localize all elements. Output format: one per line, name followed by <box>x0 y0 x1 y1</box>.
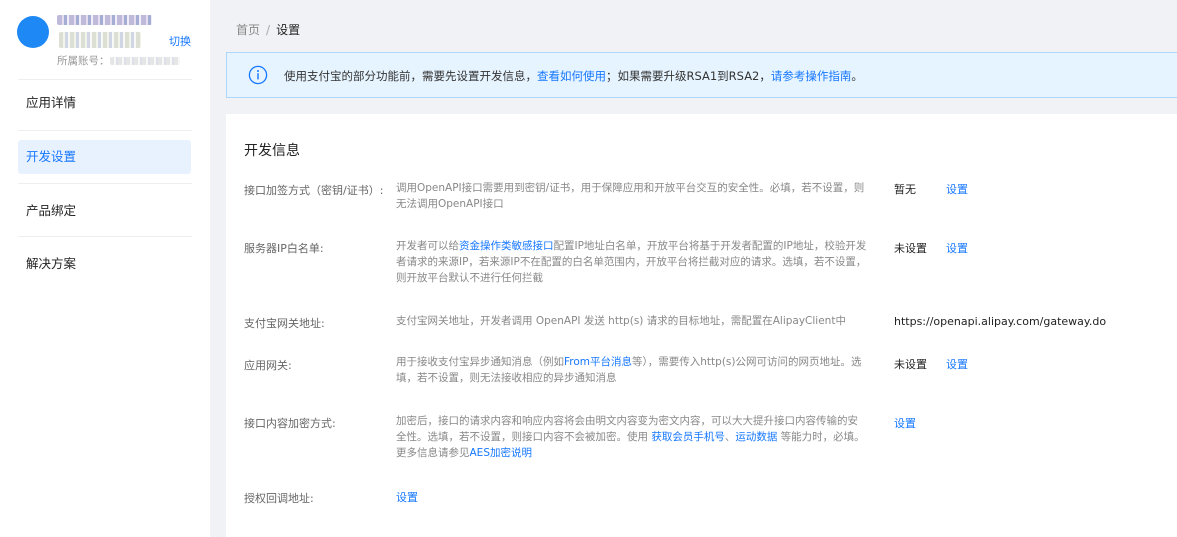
sidebar-divider <box>18 130 192 131</box>
breadcrumb: 首页 / 设置 <box>236 21 300 38</box>
sidebar-divider <box>18 79 192 80</box>
sidebar-divider <box>18 183 192 184</box>
app-name-redacted <box>57 14 167 25</box>
app-gateway-label: 应用网关: <box>244 359 292 372</box>
alert-text-3: 。 <box>851 69 863 83</box>
get-member-phone-link[interactable]: 获取会员手机号 <box>651 431 725 443</box>
app-gateway-desc: 用于接收支付宝异步通知消息（例如From平台消息等），需要传入http(s)公网… <box>396 354 868 386</box>
account-info: 所属账号： <box>57 53 180 68</box>
content-encryption-label: 接口内容加密方式: <box>244 417 336 430</box>
content-encryption-set-link[interactable]: 设置 <box>894 415 916 431</box>
app-id-redacted <box>59 32 143 48</box>
desc-text: 支付宝网关地址，开发者调用 OpenAPI 发送 http(s) 请求的目标地址… <box>396 315 846 327</box>
sidebar: 切换 所属账号： 应用详情 开发设置 产品绑定 解决方案 <box>0 0 210 537</box>
desc-text: 用于接收支付宝异步通知消息（例如 <box>396 356 564 368</box>
auth-callback-set-link[interactable]: 设置 <box>396 489 418 505</box>
content-encryption-desc: 加密后，接口的请求内容和响应内容将会由明文内容变为密文内容，可以大大提升接口内容… <box>396 413 868 461</box>
signing-method-desc: 调用OpenAPI接口需要用到密钥/证书，用于保障应用和开放平台交互的安全性。必… <box>396 180 868 212</box>
alert-text-2: ；如果需要升级RSA1到RSA2， <box>606 69 771 83</box>
alert-text-1: 使用支付宝的部分功能前，需要先设置开发信息， <box>284 69 537 83</box>
app-card: 切换 所属账号： <box>17 10 197 72</box>
signing-method-set-link[interactable]: 设置 <box>946 181 968 197</box>
app-avatar <box>17 16 49 48</box>
auth-callback-label: 授权回调地址: <box>244 492 314 505</box>
sidebar-item-solutions[interactable]: 解决方案 <box>18 247 191 281</box>
info-alert: 使用支付宝的部分功能前，需要先设置开发信息，查看如何使用；如果需要升级RSA1到… <box>226 52 1177 98</box>
signing-method-label: 接口加签方式（密钥/证书）: <box>244 184 384 197</box>
sidebar-item-label: 开发设置 <box>26 149 77 164</box>
breadcrumb-current: 设置 <box>276 23 301 37</box>
desc-text: 开发者可以给 <box>396 240 459 252</box>
breadcrumb-separator: / <box>266 23 271 37</box>
sidebar-item-product-binding[interactable]: 产品绑定 <box>18 194 191 228</box>
desc-text: 、 <box>724 431 736 443</box>
ip-whitelist-label: 服务器IP白名单: <box>244 242 324 255</box>
sidebar-item-app-details[interactable]: 应用详情 <box>18 86 191 120</box>
section-title: 开发信息 <box>244 143 300 159</box>
switch-app-link[interactable]: 切换 <box>169 33 191 49</box>
operation-guide-link[interactable]: 请参考操作指南 <box>771 69 852 83</box>
sports-data-link[interactable]: 运动数据 <box>735 431 777 443</box>
ip-whitelist-status: 未设置 <box>894 242 927 255</box>
how-to-use-link[interactable]: 查看如何使用 <box>537 69 606 83</box>
sidebar-item-label: 应用详情 <box>26 95 77 110</box>
account-value-redacted <box>109 57 180 65</box>
ip-whitelist-desc: 开发者可以给资金操作类敏感接口配置IP地址白名单，开放平台将基于开发者配置的IP… <box>396 238 868 286</box>
gateway-address-desc: 支付宝网关地址，开发者调用 OpenAPI 发送 http(s) 请求的目标地址… <box>396 313 868 329</box>
sensitive-api-link[interactable]: 资金操作类敏感接口 <box>459 240 554 252</box>
sidebar-item-label: 解决方案 <box>26 256 77 271</box>
sidebar-item-label: 产品绑定 <box>26 203 77 218</box>
gateway-address-value: https://openapi.alipay.com/gateway.do <box>894 315 1107 328</box>
sidebar-item-dev-settings[interactable]: 开发设置 <box>18 140 191 174</box>
desc-text: 调用OpenAPI接口需要用到密钥/证书，用于保障应用和开放平台交互的安全性。必… <box>396 182 865 210</box>
account-label: 所属账号： <box>57 55 110 67</box>
sidebar-divider <box>18 236 192 237</box>
app-gateway-status: 未设置 <box>894 358 927 371</box>
gateway-address-label: 支付宝网关地址: <box>244 317 325 330</box>
from-platform-msg-link[interactable]: From平台消息 <box>564 356 632 368</box>
signing-method-status: 暂无 <box>894 183 916 196</box>
alert-message: 使用支付宝的部分功能前，需要先设置开发信息，查看如何使用；如果需要升级RSA1到… <box>284 68 863 84</box>
app-gateway-set-link[interactable]: 设置 <box>946 356 968 372</box>
dev-info-card: 开发信息 接口加签方式（密钥/证书）: 调用OpenAPI接口需要用到密钥/证书… <box>226 114 1177 537</box>
aes-encryption-link[interactable]: AES加密说明 <box>470 447 532 459</box>
breadcrumb-home[interactable]: 首页 <box>236 23 260 37</box>
ip-whitelist-set-link[interactable]: 设置 <box>946 240 968 256</box>
info-circle-icon <box>248 65 268 85</box>
